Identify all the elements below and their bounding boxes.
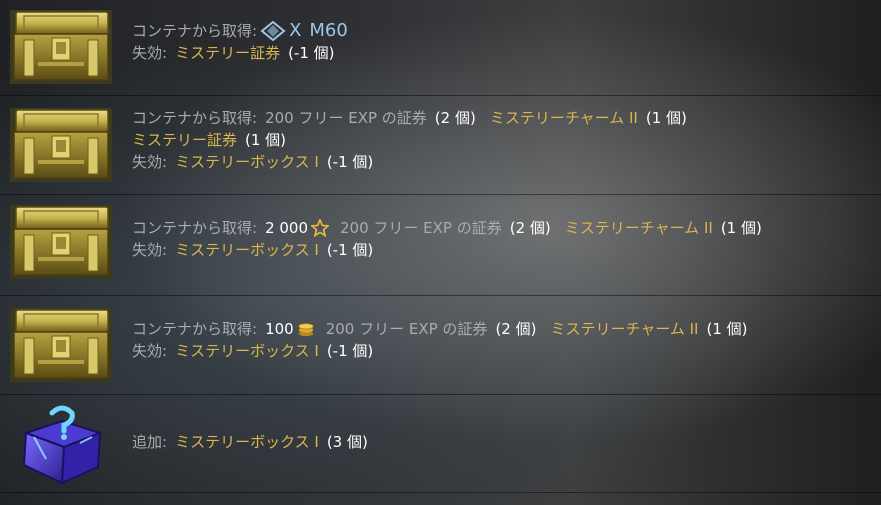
list-item: コンテナから取得: X M60 失効: ミステリー証券 (-1 個) (0, 0, 881, 96)
item-count: (1 個) (245, 131, 287, 149)
row-text: コンテナから取得: 100 200 フリー EXP の証券 (2 個) ミステリ… (132, 318, 748, 362)
received-label: コンテナから取得: (132, 109, 258, 127)
gold-container-icon (10, 308, 112, 382)
received-label: コンテナから取得: (132, 320, 258, 338)
gold-container-icon (10, 205, 112, 279)
item-count: (2 個) (434, 109, 476, 127)
item-name: ミステリー証券 (175, 44, 281, 62)
star-icon (311, 219, 330, 237)
expired-label: 失効: (132, 342, 168, 360)
received-label: コンテナから取得: (132, 219, 258, 237)
row-text: 追加: ミステリーボックス I (3 個) (132, 431, 368, 453)
credits-amount: 100 (265, 320, 294, 338)
item-count: (-1 個) (326, 153, 374, 171)
tier-badge-icon (260, 21, 286, 41)
item-name: ミステリーチャーム II (489, 109, 638, 127)
item-count: (-1 個) (326, 342, 374, 360)
item-name: ミステリーボックス I (175, 241, 319, 259)
vehicle-tier: X (289, 20, 302, 41)
item-name: ミステリーボックス I (175, 342, 319, 360)
row-text: コンテナから取得: X M60 失効: ミステリー証券 (-1 個) (132, 20, 348, 64)
rewards-list: コンテナから取得: X M60 失効: ミステリー証券 (-1 個) コンテナか… (0, 0, 881, 493)
gold-container-icon (10, 10, 112, 84)
list-item: コンテナから取得: 200 フリー EXP の証券 (2 個) ミステリーチャー… (0, 96, 881, 195)
item-count: (1 個) (720, 219, 762, 237)
item-count: (1 個) (645, 109, 687, 127)
item-name: ミステリーボックス I (175, 433, 319, 451)
item-name: ミステリーチャーム II (564, 219, 713, 237)
item-name: ミステリー証券 (132, 131, 238, 149)
received-label: コンテナから取得: (132, 22, 258, 40)
added-label: 追加: (132, 433, 168, 451)
mystery-box-icon (16, 403, 108, 487)
item-count: (3 個) (326, 433, 368, 451)
item-name: 200 フリー EXP の証券 (265, 109, 427, 127)
list-item: コンテナから取得: 2 000 200 フリー EXP の証券 (2 個) ミス… (0, 195, 881, 296)
expired-label: 失効: (132, 153, 168, 171)
item-count: (2 個) (509, 219, 551, 237)
item-count: (1 個) (706, 320, 748, 338)
item-name: 200 フリー EXP の証券 (340, 219, 502, 237)
expired-label: 失効: (132, 44, 168, 62)
bond-amount: 2 000 (265, 219, 309, 237)
row-text: コンテナから取得: 200 フリー EXP の証券 (2 個) ミステリーチャー… (132, 107, 687, 173)
item-count: (-1 個) (326, 241, 374, 259)
list-item: コンテナから取得: 100 200 フリー EXP の証券 (2 個) ミステリ… (0, 296, 881, 395)
gold-coins-icon (297, 320, 315, 338)
gold-container-icon (10, 108, 112, 182)
vehicle-name: M60 (309, 20, 348, 41)
expired-label: 失効: (132, 241, 168, 259)
row-text: コンテナから取得: 2 000 200 フリー EXP の証券 (2 個) ミス… (132, 217, 762, 261)
item-name: ミステリーボックス I (175, 153, 319, 171)
item-count: (2 個) (495, 320, 537, 338)
item-name: 200 フリー EXP の証券 (325, 320, 488, 338)
item-count: (-1 個) (288, 44, 335, 62)
list-item: 追加: ミステリーボックス I (3 個) (0, 395, 881, 493)
item-name: ミステリーチャーム II (550, 320, 699, 338)
